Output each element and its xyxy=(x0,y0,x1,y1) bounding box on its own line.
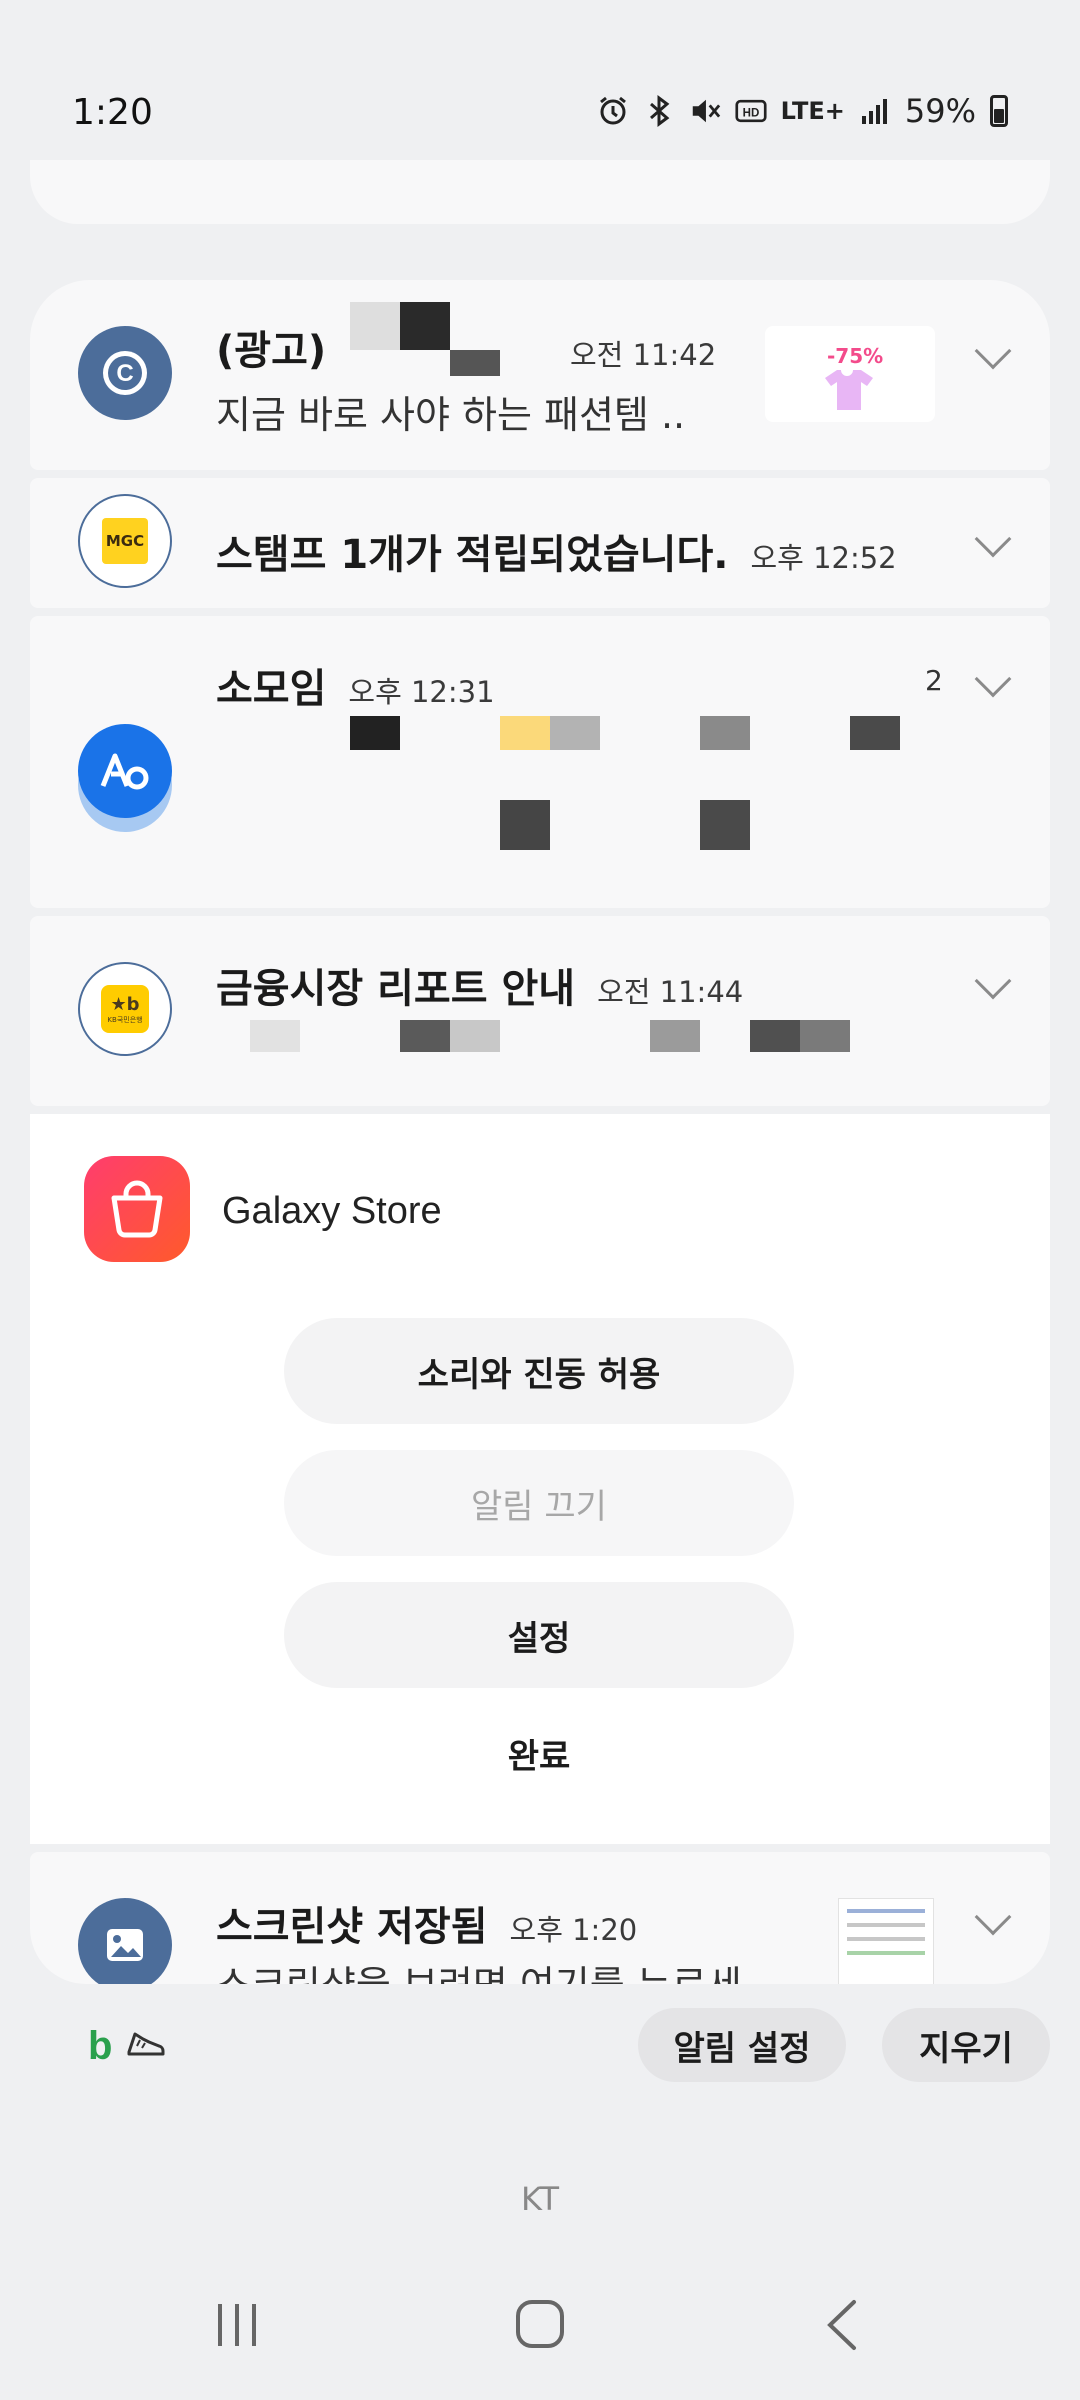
notification-time: 오후 12:31 xyxy=(348,675,495,709)
notification-screenshot[interactable]: 스크린샷 저장됨 오후 1:20 스크린샷을 보려면 여기를 누르세 xyxy=(30,1852,1050,1984)
galaxy-store-icon xyxy=(84,1156,190,1262)
notification-title: 소모임 xyxy=(216,666,327,712)
signal-icon xyxy=(859,95,891,127)
chevron-down-icon[interactable] xyxy=(974,520,1012,558)
notification-title-row: 금융시장 리포트 안내 오전 11:44 xyxy=(216,956,743,1014)
hd-voice-icon: HD xyxy=(735,95,767,127)
notification-title: 스크린샷 저장됨 xyxy=(216,1904,488,1950)
lte-icon: LTE+ xyxy=(780,97,845,125)
notification-count: 2 xyxy=(925,664,943,697)
band-icon: b xyxy=(88,2024,113,2068)
notification-title-row: 스탬프 1개가 적립되었습니다. 오후 12:52 xyxy=(216,522,897,580)
turn-off-notifications-button[interactable]: 알림 끄기 xyxy=(284,1450,794,1556)
svg-text:C: C xyxy=(116,360,133,387)
bluetooth-icon xyxy=(643,95,675,127)
battery-icon xyxy=(990,95,1008,127)
battery-percent: 59% xyxy=(904,92,976,130)
home-button[interactable] xyxy=(514,2298,566,2354)
notification-time: 오후 1:20 xyxy=(509,1913,638,1947)
recent-apps-button[interactable] xyxy=(212,2300,262,2354)
screenshot-thumbnail xyxy=(838,1898,934,1984)
notification-body: 지금 바로 사야 하는 패션템 .. xyxy=(216,393,686,437)
done-button[interactable]: 완료 xyxy=(284,1718,794,1788)
notification-ad[interactable]: C (광고) 오전 11:42 지금 바로 사야 하는 패션템 .. -75% xyxy=(30,280,1050,470)
navigation-bar xyxy=(0,2270,1080,2380)
mute-icon xyxy=(689,95,721,127)
sneaker-icon xyxy=(126,2028,166,2066)
kb-bank-icon: ★b KB국민은행 xyxy=(78,962,172,1056)
app-name: Galaxy Store xyxy=(222,1190,442,1232)
notification-title-row: 스크린샷 저장됨 오후 1:20 xyxy=(216,1894,637,1952)
notification-time: 오전 11:42 xyxy=(570,338,717,372)
notification-thumbnail: -75% xyxy=(765,326,935,422)
notification-time: 오후 12:52 xyxy=(750,541,897,575)
bottom-app-icons: b xyxy=(88,2024,166,2069)
notification-settings-panel: Galaxy Store 소리와 진동 허용 알림 끄기 설정 완료 xyxy=(30,1114,1050,1844)
chevron-down-icon[interactable] xyxy=(974,962,1012,1000)
notification-kb[interactable]: ★b KB국민은행 금융시장 리포트 안내 오전 11:44 xyxy=(30,916,1050,1106)
notification-somoim[interactable]: 소모임 오후 12:31 2 xyxy=(30,616,1050,908)
somoim-icon xyxy=(78,724,172,834)
notification-time: 오전 11:44 xyxy=(597,975,744,1009)
notification-body: 스크린샷을 보려면 여기를 누르세 xyxy=(216,1954,742,1984)
gallery-icon xyxy=(78,1898,172,1984)
notification-stamp[interactable]: MGC 스탬프 1개가 적립되었습니다. 오후 12:52 xyxy=(30,478,1050,608)
chevron-down-icon[interactable] xyxy=(974,660,1012,698)
notification-title: 스탬프 1개가 적립되었습니다. xyxy=(216,532,729,578)
chevron-down-icon[interactable] xyxy=(974,332,1012,370)
notification-title: (광고) xyxy=(216,328,327,374)
allow-sound-vibration-button[interactable]: 소리와 진동 허용 xyxy=(284,1318,794,1424)
status-time: 1:20 xyxy=(72,92,153,133)
mega-coffee-icon: MGC xyxy=(78,494,172,588)
c-circle-icon: C xyxy=(78,326,172,420)
settings-button[interactable]: 설정 xyxy=(284,1582,794,1688)
clear-button[interactable]: 지우기 xyxy=(882,2008,1050,2082)
alarm-icon xyxy=(597,95,629,127)
back-button[interactable] xyxy=(822,2298,862,2356)
svg-text:HD: HD xyxy=(742,107,759,119)
previous-notification-card[interactable] xyxy=(30,160,1050,224)
status-icons: HD LTE+ 59% xyxy=(597,92,1008,130)
notification-title: 금융시장 리포트 안내 xyxy=(216,966,576,1012)
notification-settings-button[interactable]: 알림 설정 xyxy=(638,2008,846,2082)
notification-title-row: 소모임 오후 12:31 xyxy=(216,656,495,714)
carrier-label: KT xyxy=(520,2180,560,2218)
chevron-down-icon[interactable] xyxy=(974,1898,1012,1936)
